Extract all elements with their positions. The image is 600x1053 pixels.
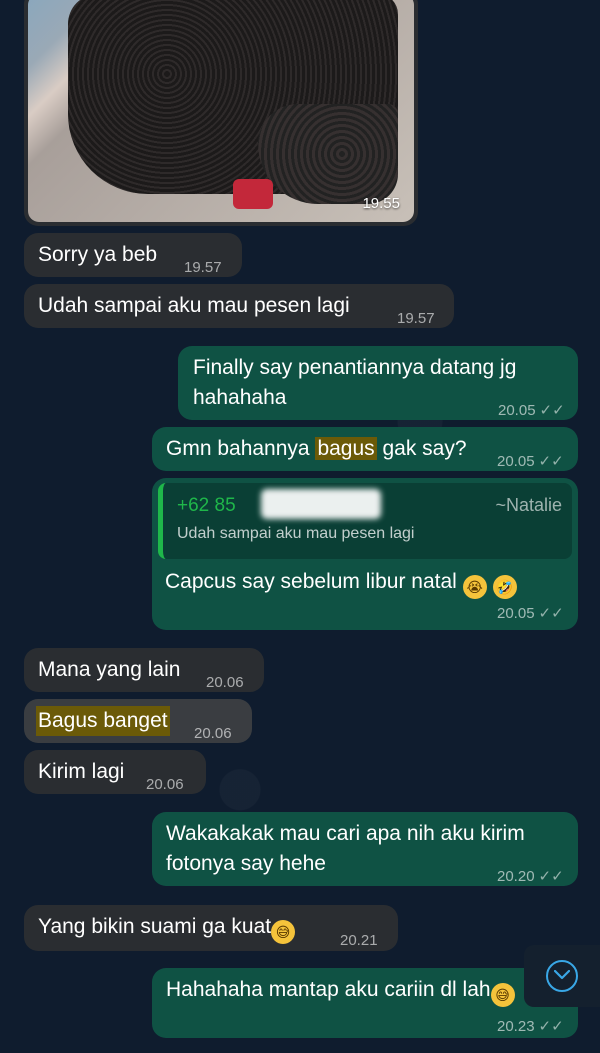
message-text-line: fotonya say hehe	[166, 852, 326, 875]
red-fabric-detail	[233, 179, 273, 209]
message-text: Kirim lagi	[38, 760, 125, 783]
quoted-sender: +62 85	[177, 495, 236, 516]
message-time: 20.06	[206, 674, 244, 691]
outgoing-message[interactable]: Finally say penantiannya datang jg hahah…	[178, 346, 578, 420]
quoted-text: Udah sampai aku mau pesen lagi	[177, 525, 415, 542]
sweat-smile-icon: 😅	[490, 983, 515, 1007]
message-time: 20.21	[340, 932, 378, 949]
time-value: 20.20	[497, 868, 535, 885]
lace-fabric-detail	[258, 104, 398, 204]
text-part: Capcus say sebelum libur natal	[165, 570, 457, 593]
text-part: Hahahaha mantap aku cariin dl lah	[166, 978, 491, 1001]
message-time: 20.20 ✓✓	[497, 862, 564, 892]
search-highlight: bagus	[315, 437, 377, 460]
incoming-message[interactable]: Mana yang lain 20.06	[24, 648, 264, 692]
message-text-line: Finally say penantiannya datang jg	[193, 356, 517, 379]
sweat-smile-icon: 😅	[271, 920, 296, 944]
rofl-face-icon: 🤣	[492, 575, 517, 599]
outgoing-message[interactable]: Hahahaha mantap aku cariin dl lah 😅 20.23…	[152, 968, 578, 1038]
scroll-to-bottom-button[interactable]	[524, 945, 600, 1007]
message-text-line: hahahaha	[193, 386, 287, 409]
message-time: 20.05 ✓✓	[497, 447, 564, 477]
message-time: 19.57	[397, 310, 435, 327]
message-text: Gmn bahannya bagus gak say?	[166, 434, 467, 464]
time-value: 20.05	[498, 402, 536, 419]
redacted-phone	[261, 489, 381, 519]
incoming-message[interactable]: Sorry ya beb 19.57	[24, 233, 242, 277]
quoted-message[interactable]: +62 85 ~Natalie Udah sampai aku mau pese…	[158, 483, 572, 559]
message-text-line: Wakakakak mau cari apa nih aku kirim	[166, 822, 525, 845]
image-message[interactable]: 19.55	[24, 0, 418, 226]
search-highlight: Bagus banget	[36, 706, 170, 736]
incoming-message[interactable]: Yang bikin suami ga kuat 😅 20.21	[24, 905, 398, 951]
crying-face-icon: 😭	[462, 575, 487, 599]
time-value: 20.05	[497, 453, 535, 470]
incoming-message[interactable]: Udah sampai aku mau pesen lagi 19.57	[24, 284, 454, 328]
message-text: Hahahaha mantap aku cariin dl lah 😅	[166, 975, 515, 1007]
chevron-down-icon	[546, 960, 578, 992]
message-text: Sorry ya beb	[38, 243, 158, 266]
text-part: gak say?	[376, 437, 467, 460]
message-time: 20.06	[146, 776, 184, 793]
read-receipt-icon: ✓✓	[538, 868, 564, 885]
read-receipt-icon: ✓✓	[538, 605, 564, 622]
quoted-name: ~Natalie	[495, 495, 562, 515]
text-part: Gmn bahannya	[166, 437, 316, 460]
time-value: 20.05	[497, 605, 535, 622]
message-text: Udah sampai aku mau pesen lagi	[38, 294, 350, 317]
time-value: 20.23	[497, 1018, 535, 1035]
text-part: Yang bikin suami ga kuat	[38, 915, 272, 938]
message-text: Capcus say sebelum libur natal 😭 🤣	[165, 567, 517, 599]
outgoing-message[interactable]: Gmn bahannya bagus gak say? 20.05 ✓✓	[152, 427, 578, 471]
message-text: Yang bikin suami ga kuat 😅	[38, 912, 296, 944]
message-time: 19.57	[184, 259, 222, 276]
message-time: 20.05 ✓✓	[498, 396, 565, 426]
message-time: 20.05 ✓✓	[497, 604, 564, 622]
message-time: 20.06	[194, 725, 232, 742]
message-time: 20.23 ✓✓	[497, 1012, 564, 1042]
photo-thumbnail[interactable]: 19.55	[28, 0, 414, 222]
outgoing-message[interactable]: Wakakakak mau cari apa nih aku kirim fot…	[152, 812, 578, 886]
read-receipt-icon: ✓✓	[538, 1018, 564, 1035]
message-text: Mana yang lain	[38, 658, 181, 681]
read-receipt-icon: ✓✓	[538, 453, 564, 470]
message-time: 19.55	[362, 195, 400, 212]
read-receipt-icon: ✓✓	[539, 402, 565, 419]
incoming-message-selected[interactable]: Bagus banget 20.06	[24, 699, 252, 743]
incoming-message[interactable]: Kirim lagi 20.06	[24, 750, 206, 794]
